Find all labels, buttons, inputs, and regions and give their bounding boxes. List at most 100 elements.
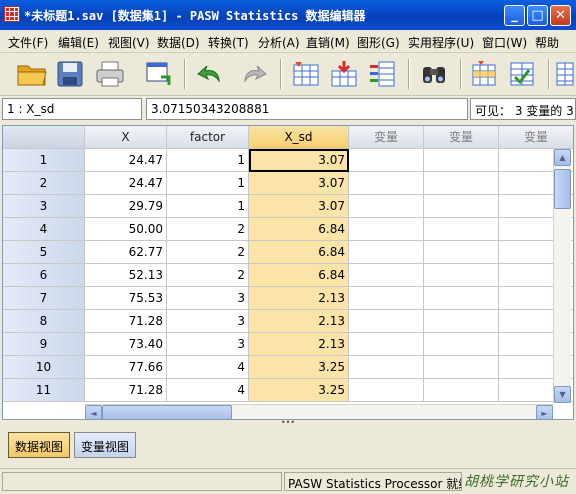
row-header[interactable]: 9	[3, 333, 85, 356]
data-cell[interactable]: 4	[167, 356, 249, 379]
data-cell[interactable]: 52.13	[85, 264, 167, 287]
tab-variable-view[interactable]: 变量视图	[74, 432, 137, 458]
row-header[interactable]: 8	[3, 310, 85, 333]
horizontal-scroll-thumb[interactable]	[102, 405, 232, 419]
data-cell[interactable]: 4	[167, 379, 249, 402]
data-cell[interactable]	[349, 333, 424, 356]
data-cell[interactable]: 75.53	[85, 287, 167, 310]
data-cell[interactable]: 3	[167, 287, 249, 310]
row-header[interactable]: 7	[3, 287, 85, 310]
menu-help[interactable]: 帮助	[535, 34, 559, 51]
grid-corner[interactable]	[3, 126, 85, 149]
data-cell[interactable]: 29.79	[85, 195, 167, 218]
data-cell[interactable]: 2	[167, 241, 249, 264]
data-cell[interactable]	[349, 149, 424, 172]
data-cell[interactable]: 1	[167, 172, 249, 195]
data-cell[interactable]	[349, 356, 424, 379]
data-cell[interactable]	[349, 195, 424, 218]
column-header[interactable]: X_sd	[249, 126, 349, 149]
open-folder-icon[interactable]	[14, 57, 50, 91]
data-cell[interactable]: 2	[167, 218, 249, 241]
scroll-up-button[interactable]: ▲	[554, 149, 571, 166]
data-cell[interactable]: 3.07	[249, 195, 349, 218]
menu-view[interactable]: 视图(V)	[108, 34, 150, 51]
find-icon[interactable]	[416, 57, 452, 91]
data-cell[interactable]: 3.07	[249, 149, 349, 172]
vertical-scrollbar[interactable]: ▲ ▼	[553, 149, 571, 403]
data-cell[interactable]	[424, 287, 499, 310]
save-icon[interactable]	[52, 57, 88, 91]
row-header[interactable]: 2	[3, 172, 85, 195]
cell-value-field[interactable]: 3.07150343208881	[146, 98, 468, 120]
data-cell[interactable]	[424, 172, 499, 195]
data-cell[interactable]	[424, 149, 499, 172]
variables-icon[interactable]	[364, 57, 400, 91]
column-header[interactable]: 变量	[424, 126, 499, 149]
menu-analyze[interactable]: 分析(A)	[258, 34, 300, 51]
data-cell[interactable]: 1	[167, 195, 249, 218]
data-cell[interactable]: 6.84	[249, 218, 349, 241]
redo-icon[interactable]	[236, 57, 272, 91]
data-cell[interactable]	[424, 195, 499, 218]
menu-graphs[interactable]: 图形(G)	[357, 34, 400, 51]
data-cell[interactable]	[349, 241, 424, 264]
cell-reference-field[interactable]: 1 : X_sd	[2, 98, 142, 120]
data-cell[interactable]: 50.00	[85, 218, 167, 241]
data-cell[interactable]	[349, 379, 424, 402]
horizontal-scrollbar[interactable]: ◄ ►	[85, 404, 553, 419]
row-header[interactable]: 11	[3, 379, 85, 402]
data-cell[interactable]	[424, 356, 499, 379]
data-cell[interactable]: 3.25	[249, 356, 349, 379]
column-header[interactable]: X	[85, 126, 167, 149]
data-cell[interactable]: 2	[167, 264, 249, 287]
row-header[interactable]: 4	[3, 218, 85, 241]
data-cell[interactable]	[349, 264, 424, 287]
undo-icon[interactable]	[192, 57, 228, 91]
data-cell[interactable]: 3.07	[249, 172, 349, 195]
data-cell[interactable]: 3.25	[249, 379, 349, 402]
menu-edit[interactable]: 编辑(E)	[58, 34, 99, 51]
column-header[interactable]: 变量	[499, 126, 573, 149]
menu-file[interactable]: 文件(F)	[8, 34, 48, 51]
data-cell[interactable]: 2.13	[249, 310, 349, 333]
data-cell[interactable]: 71.28	[85, 310, 167, 333]
data-cell[interactable]: 2.13	[249, 287, 349, 310]
data-cell[interactable]	[349, 218, 424, 241]
dialog-recall-icon[interactable]	[140, 57, 176, 91]
data-cell[interactable]: 24.47	[85, 172, 167, 195]
vertical-scroll-thumb[interactable]	[554, 169, 571, 209]
data-cell[interactable]	[424, 218, 499, 241]
data-cell[interactable]: 6.84	[249, 264, 349, 287]
row-header[interactable]: 3	[3, 195, 85, 218]
goto-case-icon[interactable]	[288, 57, 324, 91]
data-cell[interactable]	[424, 379, 499, 402]
row-header[interactable]: 5	[3, 241, 85, 264]
maximize-button[interactable]: □	[527, 5, 548, 26]
data-cell[interactable]: 6.84	[249, 241, 349, 264]
tab-data-view[interactable]: 数据视图	[8, 432, 71, 458]
data-cell[interactable]	[424, 310, 499, 333]
data-cell[interactable]: 77.66	[85, 356, 167, 379]
pane-splitter[interactable]: •••	[0, 419, 576, 428]
data-cell[interactable]: 71.28	[85, 379, 167, 402]
data-cell[interactable]	[424, 241, 499, 264]
data-cell[interactable]	[349, 310, 424, 333]
data-cell[interactable]: 24.47	[85, 149, 167, 172]
close-button[interactable]: ✕	[550, 5, 571, 26]
scroll-down-button[interactable]: ▼	[554, 386, 571, 403]
row-header[interactable]: 6	[3, 264, 85, 287]
split-file-icon[interactable]	[552, 57, 576, 91]
data-cell[interactable]: 2.13	[249, 333, 349, 356]
scroll-right-button[interactable]: ►	[536, 405, 553, 419]
insert-variable-icon[interactable]	[504, 57, 540, 91]
menu-utilities[interactable]: 实用程序(U)	[408, 34, 474, 51]
insert-cases-icon[interactable]	[466, 57, 502, 91]
menu-direct-marketing[interactable]: 直销(M)	[306, 34, 350, 51]
menu-transform[interactable]: 转换(T)	[208, 34, 249, 51]
data-cell[interactable]: 3	[167, 333, 249, 356]
data-cell[interactable]: 3	[167, 310, 249, 333]
scroll-left-button[interactable]: ◄	[85, 405, 102, 419]
data-cell[interactable]: 1	[167, 149, 249, 172]
data-cell[interactable]	[424, 264, 499, 287]
data-cell[interactable]	[424, 333, 499, 356]
